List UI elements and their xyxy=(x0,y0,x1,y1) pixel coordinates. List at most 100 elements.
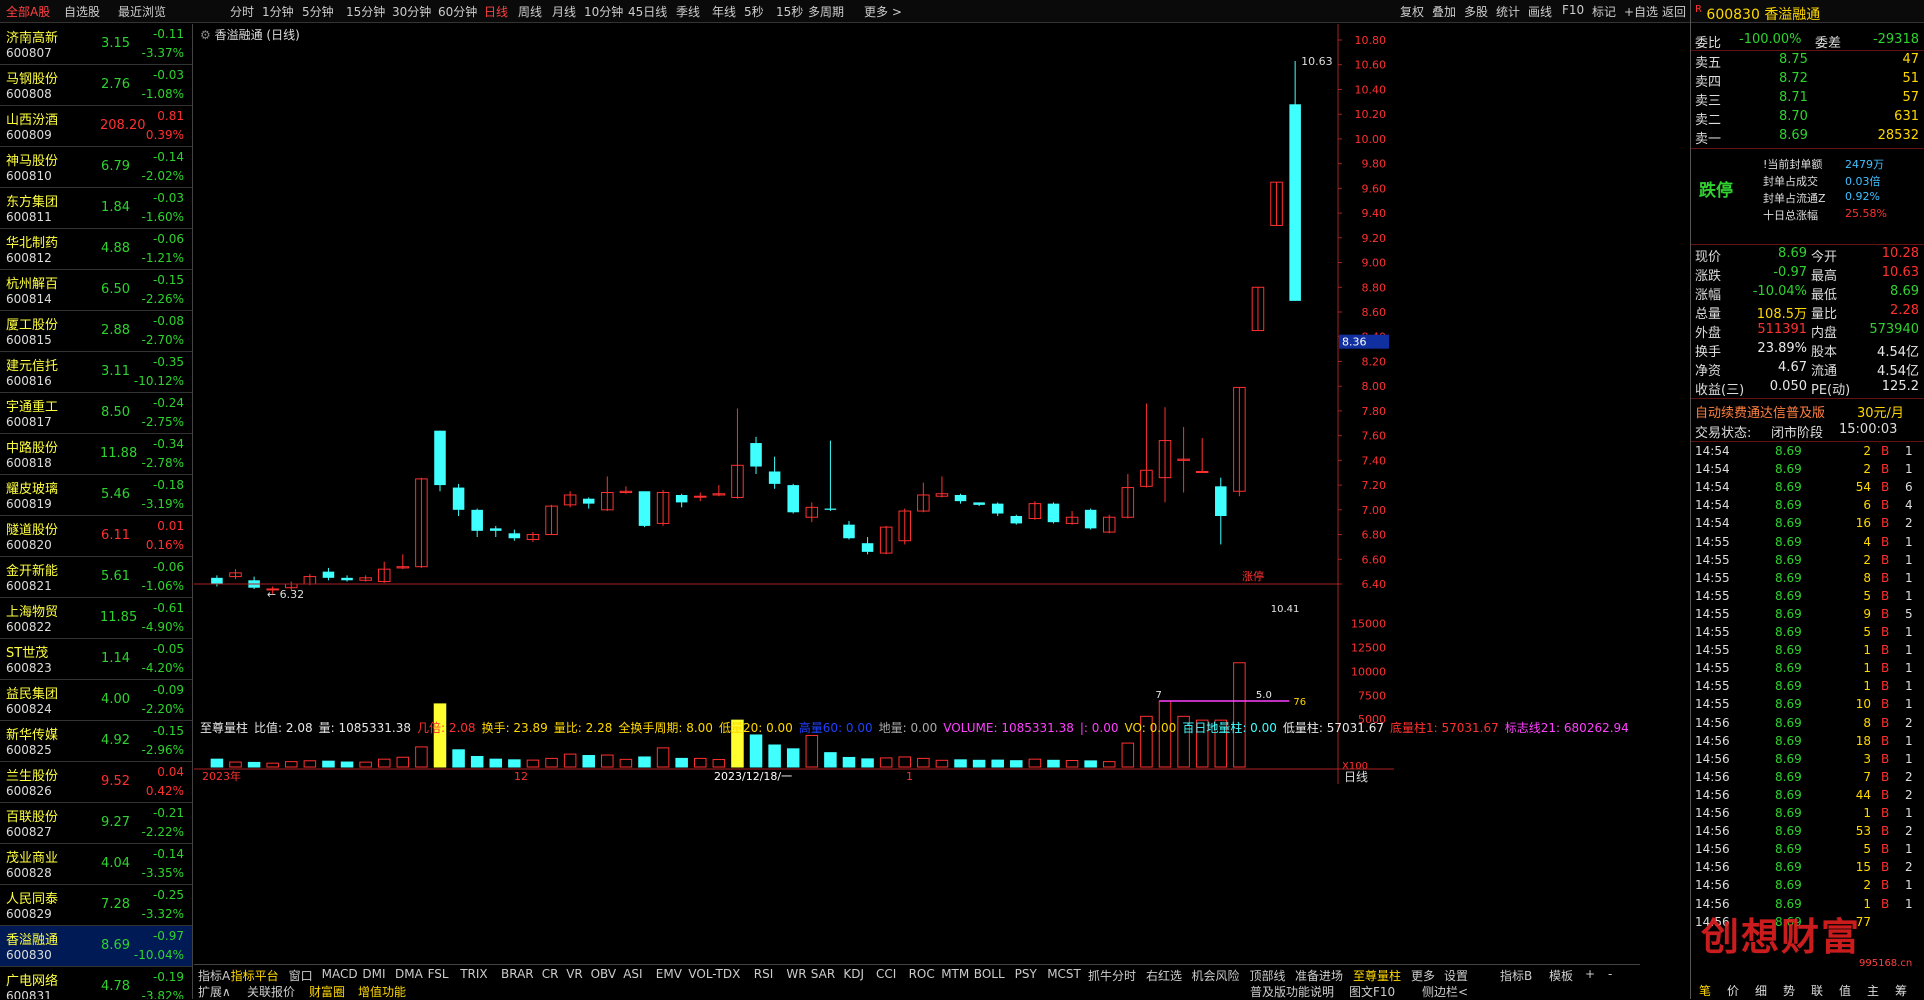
candle[interactable] xyxy=(675,493,688,508)
ask-price[interactable]: 8.70 xyxy=(1779,109,1808,124)
tool-7[interactable]: +自选 xyxy=(1624,3,1658,20)
volume-bar[interactable] xyxy=(805,734,819,768)
indicator-tab[interactable]: ROC xyxy=(909,967,935,981)
period-16[interactable]: 多周期 xyxy=(808,3,844,20)
period-6[interactable]: 60分钟 xyxy=(438,3,477,20)
volume-bar[interactable] xyxy=(1102,761,1116,768)
candle[interactable] xyxy=(582,497,595,509)
volume-bar[interactable] xyxy=(786,748,800,768)
stock-row[interactable]: 神马股份 600810 6.79 -0.14 -2.02% xyxy=(0,147,192,188)
candle[interactable] xyxy=(601,476,614,512)
indicator-tab[interactable]: BOLL xyxy=(974,967,1005,981)
candle[interactable] xyxy=(1270,181,1283,226)
candle[interactable] xyxy=(1215,477,1227,545)
candle[interactable] xyxy=(824,440,837,512)
volume-bar[interactable] xyxy=(768,744,781,768)
volume-bar[interactable] xyxy=(972,759,986,768)
extension-tab-right[interactable]: 普及版功能说明 xyxy=(1250,983,1334,1000)
indicator-tab[interactable]: OBV xyxy=(591,967,617,981)
period-14[interactable]: 5秒 xyxy=(744,3,764,20)
panel-tab[interactable]: 笔 xyxy=(1699,982,1711,999)
period-8[interactable]: 周线 xyxy=(518,3,542,20)
tab-watchlist[interactable]: 自选股 xyxy=(64,3,100,20)
tab-all-a-shares[interactable]: 全部A股 xyxy=(6,3,50,20)
tool-3[interactable]: 统计 xyxy=(1496,3,1520,20)
volume-bar[interactable] xyxy=(396,756,410,768)
panel-tab[interactable]: 值 xyxy=(1839,982,1851,999)
indicator-tab[interactable]: ASI xyxy=(623,967,642,981)
period-3[interactable]: 5分钟 xyxy=(302,3,334,20)
candle[interactable] xyxy=(377,561,391,583)
volume-bar[interactable] xyxy=(1028,758,1042,768)
stock-row[interactable]: 兰生股份 600826 9.52 0.04 0.42% xyxy=(0,762,192,803)
candle[interactable] xyxy=(898,508,912,545)
panel-tab[interactable]: 价 xyxy=(1727,982,1739,999)
period-4[interactable]: 15分钟 xyxy=(346,3,385,20)
panel-tab[interactable]: 主 xyxy=(1867,982,1879,999)
volume-bar[interactable] xyxy=(489,758,503,768)
stock-row[interactable]: 人民同泰 600829 7.28 -0.25 -3.32% xyxy=(0,885,192,926)
candle[interactable] xyxy=(1251,286,1265,332)
volume-bar[interactable] xyxy=(1010,760,1023,768)
tool-5[interactable]: F10 xyxy=(1562,3,1584,17)
stock-row[interactable]: 东方集团 600811 1.84 -0.03 -1.60% xyxy=(0,188,192,229)
volume-bar[interactable] xyxy=(470,755,484,768)
tool-6[interactable]: 标记 xyxy=(1592,3,1616,20)
indicator-tab[interactable]: BRAR xyxy=(501,967,534,981)
candle[interactable] xyxy=(1047,502,1060,524)
period-2[interactable]: 1分钟 xyxy=(262,3,294,20)
candle[interactable] xyxy=(954,493,967,504)
volume-bar[interactable] xyxy=(601,754,614,768)
stock-row[interactable]: 益民集团 600824 4.00 -0.09 -2.20% xyxy=(0,680,192,721)
candle[interactable] xyxy=(1028,501,1042,520)
panel-tab[interactable]: 势 xyxy=(1783,982,1795,999)
volume-bar[interactable] xyxy=(415,746,428,768)
volume-bar[interactable] xyxy=(749,734,763,768)
candle[interactable] xyxy=(434,430,446,492)
volume-bar[interactable] xyxy=(545,757,558,768)
candle[interactable] xyxy=(787,483,799,514)
candle[interactable] xyxy=(211,575,223,587)
period-1[interactable]: 分时 xyxy=(230,3,254,20)
indicator-tab[interactable]: MACD xyxy=(322,967,358,981)
candle[interactable] xyxy=(563,491,577,508)
candle[interactable] xyxy=(1289,61,1301,301)
panel-tab[interactable]: 细 xyxy=(1755,982,1767,999)
stock-row[interactable]: 宇通重工 600817 8.50 -0.24 -2.75% xyxy=(0,393,192,434)
stock-row[interactable]: ST世茂 600823 1.14 -0.05 -4.20% xyxy=(0,639,192,680)
candle[interactable] xyxy=(991,502,1004,516)
volume-bar[interactable] xyxy=(935,759,949,768)
volume-bar[interactable] xyxy=(247,761,261,768)
indicator-tab[interactable]: CCI xyxy=(876,967,896,981)
volume-bar[interactable] xyxy=(954,759,967,768)
volume-bar[interactable] xyxy=(638,756,651,768)
volume-bar[interactable] xyxy=(1047,759,1060,768)
tool-8[interactable]: 返回 xyxy=(1662,3,1686,20)
volume-bar[interactable] xyxy=(898,756,912,768)
stock-row[interactable]: 济南高新 600807 3.15 -0.11 -3.37% xyxy=(0,24,192,65)
volume-bar[interactable] xyxy=(1065,759,1079,768)
kline-chart[interactable]: 10.80 10.60 10.40 10.20 10.00 9.80 9.60 9.40 9.2… xyxy=(194,24,1640,964)
volume-bar[interactable] xyxy=(675,757,688,768)
stock-row[interactable]: 山西汾酒 600809 208.20 0.81 0.39% xyxy=(0,106,192,147)
ask-price[interactable]: 8.69 xyxy=(1779,128,1808,143)
stock-row[interactable]: 香溢融通 600830 8.69 -0.97 -10.04% xyxy=(0,926,192,967)
period-17[interactable]: 更多 > xyxy=(864,3,902,20)
tool-2[interactable]: 多股 xyxy=(1464,3,1488,20)
stock-row[interactable]: 新华传媒 600825 4.92 -0.15 -2.96% xyxy=(0,721,192,762)
candle[interactable] xyxy=(935,476,949,498)
candle[interactable] xyxy=(973,502,985,507)
ad-text[interactable]: 自动续费通达信普及版 xyxy=(1695,402,1825,421)
stock-row[interactable]: 中路股份 600818 11.88 -0.34 -2.78% xyxy=(0,434,192,475)
volume-bar[interactable] xyxy=(322,760,335,768)
stock-row[interactable]: 耀皮玻璃 600819 5.46 -0.18 -3.19% xyxy=(0,475,192,516)
volume-bar[interactable] xyxy=(266,762,279,768)
stock-row[interactable]: 建元信托 600816 3.11 -0.35 -10.12% xyxy=(0,352,192,393)
panel-tab[interactable]: 联 xyxy=(1811,982,1823,999)
indicator-tab[interactable]: VOL-TDX xyxy=(688,967,740,981)
candle[interactable] xyxy=(656,490,670,526)
volume-bar[interactable] xyxy=(917,757,930,768)
indicator-tab[interactable]: KDJ xyxy=(843,967,864,981)
indicator-tab[interactable]: RSI xyxy=(754,967,774,981)
stock-row[interactable]: 马钢股份 600808 2.76 -0.03 -1.08% xyxy=(0,65,192,106)
